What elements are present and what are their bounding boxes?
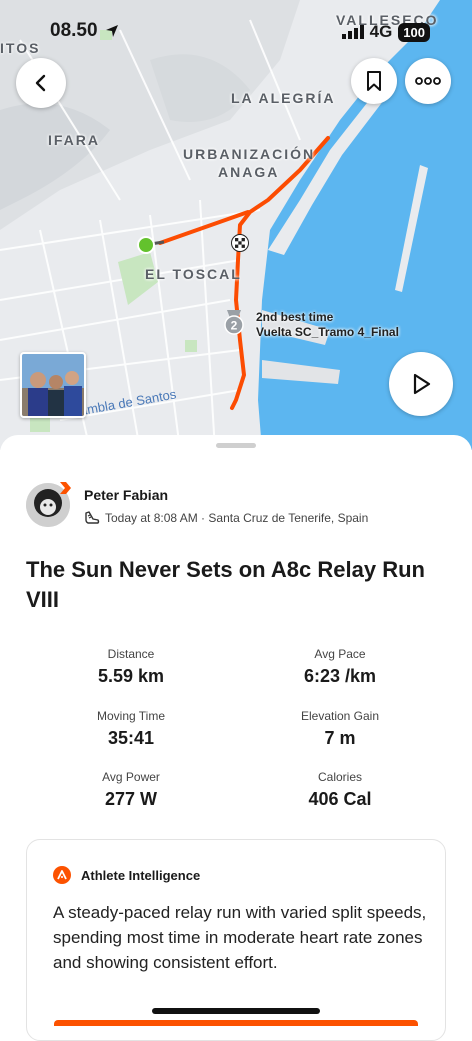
athlete-intelligence-header: Athlete Intelligence (53, 866, 200, 884)
map-label-urbanizacion: URBANIZACIÓN (183, 146, 316, 162)
athlete-name[interactable]: Peter Fabian (84, 487, 168, 503)
status-time: 08.50 (50, 20, 120, 42)
athlete-intelligence-heading: Athlete Intelligence (81, 867, 201, 883)
location-arrow-icon (105, 25, 118, 37)
signal-icon (341, 25, 364, 39)
stat-calories: Calories 406 Cal (250, 770, 430, 810)
network-type: 4G (369, 22, 393, 41)
segment-achievement: 2nd best time (256, 310, 334, 324)
activity-meta-text: Today at 8:08 AM · Santa Cruz de Tenerif… (105, 511, 369, 525)
play-flyover-button[interactable] (389, 352, 453, 416)
activity-sheet: Peter Fabian Today at 8:08 AM · Santa Cr… (0, 435, 472, 1041)
stat-value: 6:23 /km (303, 666, 377, 686)
more-button[interactable] (405, 58, 451, 104)
bookmark-button[interactable] (351, 58, 397, 104)
activity-title: The Sun Never Sets on A8c Relay Run VIII (26, 557, 425, 612)
stat-value: 5.59 km (97, 666, 165, 686)
shoe-icon (85, 511, 100, 524)
home-indicator (152, 1008, 320, 1014)
segment-rank: 2 (231, 319, 238, 333)
start-marker (137, 236, 155, 254)
stat-moving-time: Moving Time 35:41 (41, 709, 221, 749)
more-icon (415, 77, 441, 85)
stat-label: Moving Time (96, 709, 166, 723)
stat-label: Avg Power (102, 770, 160, 784)
map-label-ifara: IFARA (48, 132, 100, 148)
stat-avg-pace: Avg Pace 6:23 /km (250, 647, 430, 687)
back-chevron-icon (35, 74, 46, 92)
medal-icon: 2 (224, 310, 244, 335)
segment-name: Vuelta SC_Tramo 4_Final (256, 325, 399, 339)
map-label-el-toscal: EL TOSCAL (145, 266, 242, 282)
finish-flag-icon (231, 234, 249, 252)
stat-label: Avg Pace (314, 647, 366, 661)
stat-label: Distance (107, 647, 155, 661)
bottom-action-bar[interactable] (54, 1020, 418, 1026)
status-time-text: 08.50 (50, 20, 98, 41)
segment-label: 2nd best time Vuelta SC_Tramo 4_Final (256, 310, 399, 340)
status-bar: 08.50 4G 100 (0, 18, 472, 46)
back-button[interactable] (16, 58, 66, 108)
stat-label: Calories (317, 770, 362, 784)
play-icon (413, 373, 431, 395)
stat-avg-power: Avg Power 277 W (41, 770, 221, 810)
status-indicators: 4G 100 (341, 22, 430, 42)
activity-photo-thumbnail[interactable] (20, 352, 86, 418)
stat-distance: Distance 5.59 km (41, 647, 221, 687)
stat-value: 7 m (324, 728, 356, 748)
subscriber-badge-icon (60, 482, 71, 494)
athlete-intelligence-text: A steady-paced relay run with varied spl… (53, 903, 427, 972)
sheet-grabber[interactable] (216, 443, 256, 448)
map-label-la-alegria: LA ALEGRÍA (231, 90, 336, 106)
stat-value: 35:41 (107, 728, 155, 748)
stat-label: Elevation Gain (300, 709, 380, 723)
stat-value: 277 W (104, 789, 158, 809)
photo-image (22, 354, 84, 416)
map-label-anaga: ANAGA (218, 164, 280, 180)
route-map[interactable]: Rambla de Santos 2 2nd best time Vuelta … (0, 0, 472, 450)
activity-meta: Today at 8:08 AM · Santa Cruz de Tenerif… (84, 510, 368, 526)
bookmark-icon (367, 71, 381, 91)
stat-elevation-gain: Elevation Gain 7 m (250, 709, 430, 749)
stat-value: 406 Cal (308, 789, 372, 809)
battery-indicator: 100 (398, 22, 430, 42)
athlete-intelligence-icon (53, 866, 71, 884)
